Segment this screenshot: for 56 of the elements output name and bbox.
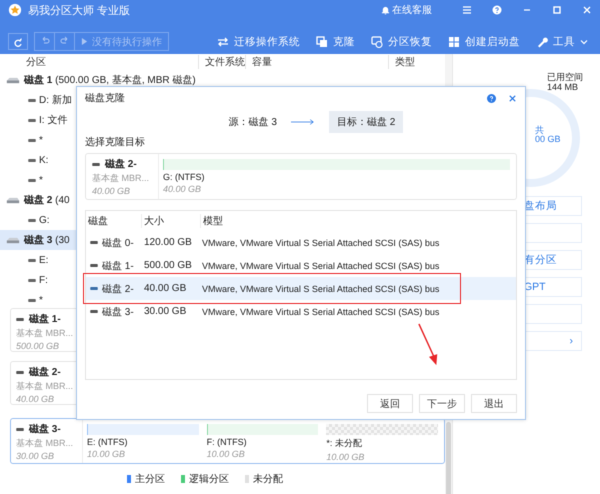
table-cell-text: VMware, VMware Virtual S Serial Attached SCSI (SAS) bus	[201, 306, 440, 316]
used-space-value: 144 MB	[547, 82, 578, 92]
table-cell-text: 40.00 GB	[143, 283, 188, 294]
partition-name: E: (NTFS)	[87, 437, 128, 447]
total-label: 共	[535, 124, 544, 136]
legend-label: 逻辑分区	[189, 472, 229, 486]
partition-label: *	[39, 294, 43, 306]
disk-type: 基本盘 MBR...	[16, 437, 74, 450]
table-cell-text: VMware, VMware Virtual S Serial Attached SCSI (SAS) bus	[201, 260, 440, 270]
partition-label: *	[39, 174, 43, 186]
disk-name: 磁盘 2-	[105, 158, 137, 171]
window-title: 易我分区大师 专业版	[28, 4, 130, 18]
disk-name: 磁盘 1-	[29, 312, 61, 326]
target-step: 目标：磁盘 2	[329, 111, 404, 133]
partition-name: F: (NTFS)	[206, 437, 248, 447]
legend-label: 未分配	[253, 472, 283, 486]
section-title: 选择克隆目标	[85, 136, 146, 149]
table-cell-text: 30.00 GB	[143, 306, 188, 317]
partition-size: 10.00 GB	[326, 452, 366, 462]
disk-label: 磁盘 3 (30	[24, 234, 70, 247]
partition-name: *: 未分配	[326, 437, 363, 450]
disk-label: 磁盘 2 (40	[24, 194, 70, 207]
partition-label: G:	[39, 214, 50, 226]
partition-label: D: 新加	[39, 94, 72, 107]
disk-name: 磁盘 3-	[29, 422, 61, 436]
disk-type: 基本盘 MBR...	[16, 380, 74, 393]
disk-name: 磁盘 2-	[29, 366, 61, 379]
partition-label: F:	[39, 274, 48, 286]
partition-name: G: (NTFS)	[163, 172, 206, 182]
partition-label: *	[39, 134, 43, 146]
partition-label: I: 文件	[39, 114, 68, 127]
disk-size: 500.00 GB	[16, 341, 60, 351]
disk-type: 基本盘 MBR...	[16, 327, 74, 340]
disk-label: 磁盘 1 (500.00 GB, 基本盘, MBR 磁盘)	[24, 74, 196, 87]
table-cell-text: 磁盘 0-	[102, 236, 134, 250]
disk-size: 40.00 GB	[16, 394, 56, 404]
legend-label: 主分区	[135, 472, 165, 486]
partition-label: K:	[39, 154, 48, 166]
table-cell-text: 磁盘 1-	[102, 260, 134, 272]
partition-size: 40.00 GB	[163, 184, 202, 194]
table-cell-text: 120.00 GB	[143, 237, 193, 248]
table-cell-text: 磁盘 2-	[102, 282, 134, 296]
disk-type: 基本盘 MBR...	[92, 172, 150, 185]
dialog-title: 磁盘克隆	[85, 92, 125, 105]
table-cell-text: 磁盘 3-	[102, 306, 134, 318]
partition-size: 10.00 GB	[206, 449, 246, 459]
disk-size: 40.00 GB	[92, 186, 132, 196]
used-space-label: 已用空间	[547, 72, 583, 82]
table-cell-text: VMware, VMware Virtual S Serial Attached SCSI (SAS) bus	[201, 284, 440, 294]
partition-label: E:	[39, 254, 48, 266]
disk-size: 30.00 GB	[16, 451, 56, 461]
table-cell-text: 500.00 GB	[143, 260, 193, 271]
partition-size: 10.00 GB	[87, 449, 126, 459]
source-step: 源：磁盘 3	[228, 115, 277, 129]
table-cell-text: VMware, VMware Virtual S Serial Attached SCSI (SAS) bus	[201, 238, 440, 248]
total-value: 00 GB	[535, 134, 561, 144]
